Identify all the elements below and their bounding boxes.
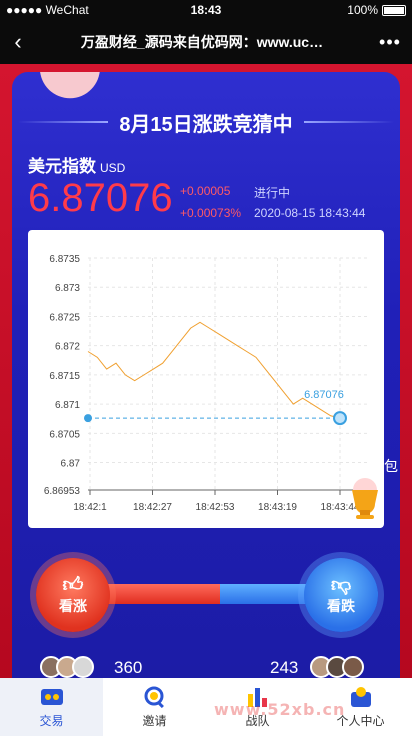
page-title: 万盈财经_源码来自优码网：www.uc…	[80, 34, 324, 50]
down-count: 243	[270, 658, 299, 677]
tab-bar: 交易 邀请 战队 个人中心	[0, 678, 412, 736]
price-chart: 6.8735 6.873 6.8725 6.872 6.8715 6.871 6.8705 6…	[28, 230, 384, 528]
tab-profile-label: 个人中心	[336, 713, 385, 728]
up-voter-avatars	[40, 656, 94, 678]
more-button[interactable]: •••	[368, 20, 412, 64]
status-bar: ●●●●● WeChat 18:43 100%	[0, 0, 412, 20]
trade-icon	[40, 688, 63, 705]
x-tick-label: 18:43:19	[258, 502, 297, 513]
y-tick-label: 6.8735	[49, 254, 80, 265]
price-change: +0.00005	[180, 184, 231, 198]
chevron-left-icon: ‹	[14, 29, 22, 54]
thumbs-down-icon: 👎︎	[330, 574, 352, 596]
index-unit: USD	[100, 161, 126, 175]
thumbs-up-icon: 👍︎	[62, 574, 84, 596]
battery-label: 100%	[347, 3, 378, 17]
index-name: 美元指数 USD	[28, 152, 125, 177]
tab-team[interactable]: 战队	[206, 678, 309, 736]
index-name-text: 美元指数	[28, 157, 96, 176]
back-button[interactable]: ‹	[0, 20, 36, 64]
current-value-label: 6.87076	[304, 389, 344, 401]
decoration	[38, 72, 106, 104]
reference-start-dot	[84, 414, 92, 423]
x-tick-label: 18:42:53	[196, 502, 235, 513]
more-icon: •••	[379, 31, 401, 52]
y-tick-label: 6.8715	[49, 371, 80, 382]
y-tick-label: 6.86953	[44, 486, 81, 497]
bet-up-label: 看涨	[59, 598, 87, 614]
quiz-card: 8月15日涨跌竞猜中 美元指数 USD 6.87076 +0.00005 +0.0…	[12, 72, 400, 678]
nav-bar: ‹ 万盈财经_源码来自优码网：www.uc… •••	[0, 20, 412, 64]
trophy-icon[interactable]	[342, 476, 388, 520]
x-tick-label: 18:42:1	[73, 502, 107, 513]
chart-svg: 6.8735 6.873 6.8725 6.872 6.8715 6.871 6.8705 6…	[44, 254, 368, 513]
battery-icon	[382, 5, 406, 17]
price-change-pct: +0.00073%	[180, 206, 242, 220]
team-icon	[247, 687, 267, 707]
up-count: 360	[114, 658, 143, 677]
y-tick-label: 6.872	[55, 342, 80, 353]
bet-down-label: 看跌	[327, 598, 355, 614]
down-voter-avatars	[310, 656, 364, 678]
timestamp: 2020-08-15 18:43:44	[254, 206, 366, 220]
profile-icon	[350, 686, 371, 707]
index-price: 6.87076	[28, 176, 173, 220]
y-tick-label: 6.8705	[49, 429, 80, 440]
y-tick-label: 6.87	[61, 459, 81, 470]
side-label: 包	[384, 458, 398, 474]
y-tick-label: 6.873	[55, 283, 80, 294]
tab-trade-label: 交易	[39, 713, 64, 728]
tab-team-label: 战队	[245, 713, 270, 728]
invite-icon	[144, 686, 164, 708]
tab-invite[interactable]: 邀请	[103, 678, 206, 736]
bet-up-button[interactable]: 👍︎ 看涨	[36, 558, 110, 632]
tab-profile[interactable]: 个人中心	[309, 678, 412, 736]
current-point	[333, 411, 347, 426]
tab-invite-label: 邀请	[142, 713, 167, 728]
x-tick-label: 18:42:27	[133, 502, 172, 513]
avatar	[342, 656, 364, 678]
bet-down-button[interactable]: 👎︎ 看跌	[304, 558, 378, 632]
status-text: 进行中	[254, 186, 291, 200]
banner-title: 8月15日涨跌竞猜中	[12, 108, 400, 137]
y-tick-label: 6.871	[55, 400, 80, 411]
tab-trade[interactable]: 交易	[0, 678, 103, 736]
avatar	[72, 656, 94, 678]
y-tick-label: 6.8725	[49, 312, 80, 323]
carrier-label: ●●●●● WeChat	[6, 3, 89, 17]
